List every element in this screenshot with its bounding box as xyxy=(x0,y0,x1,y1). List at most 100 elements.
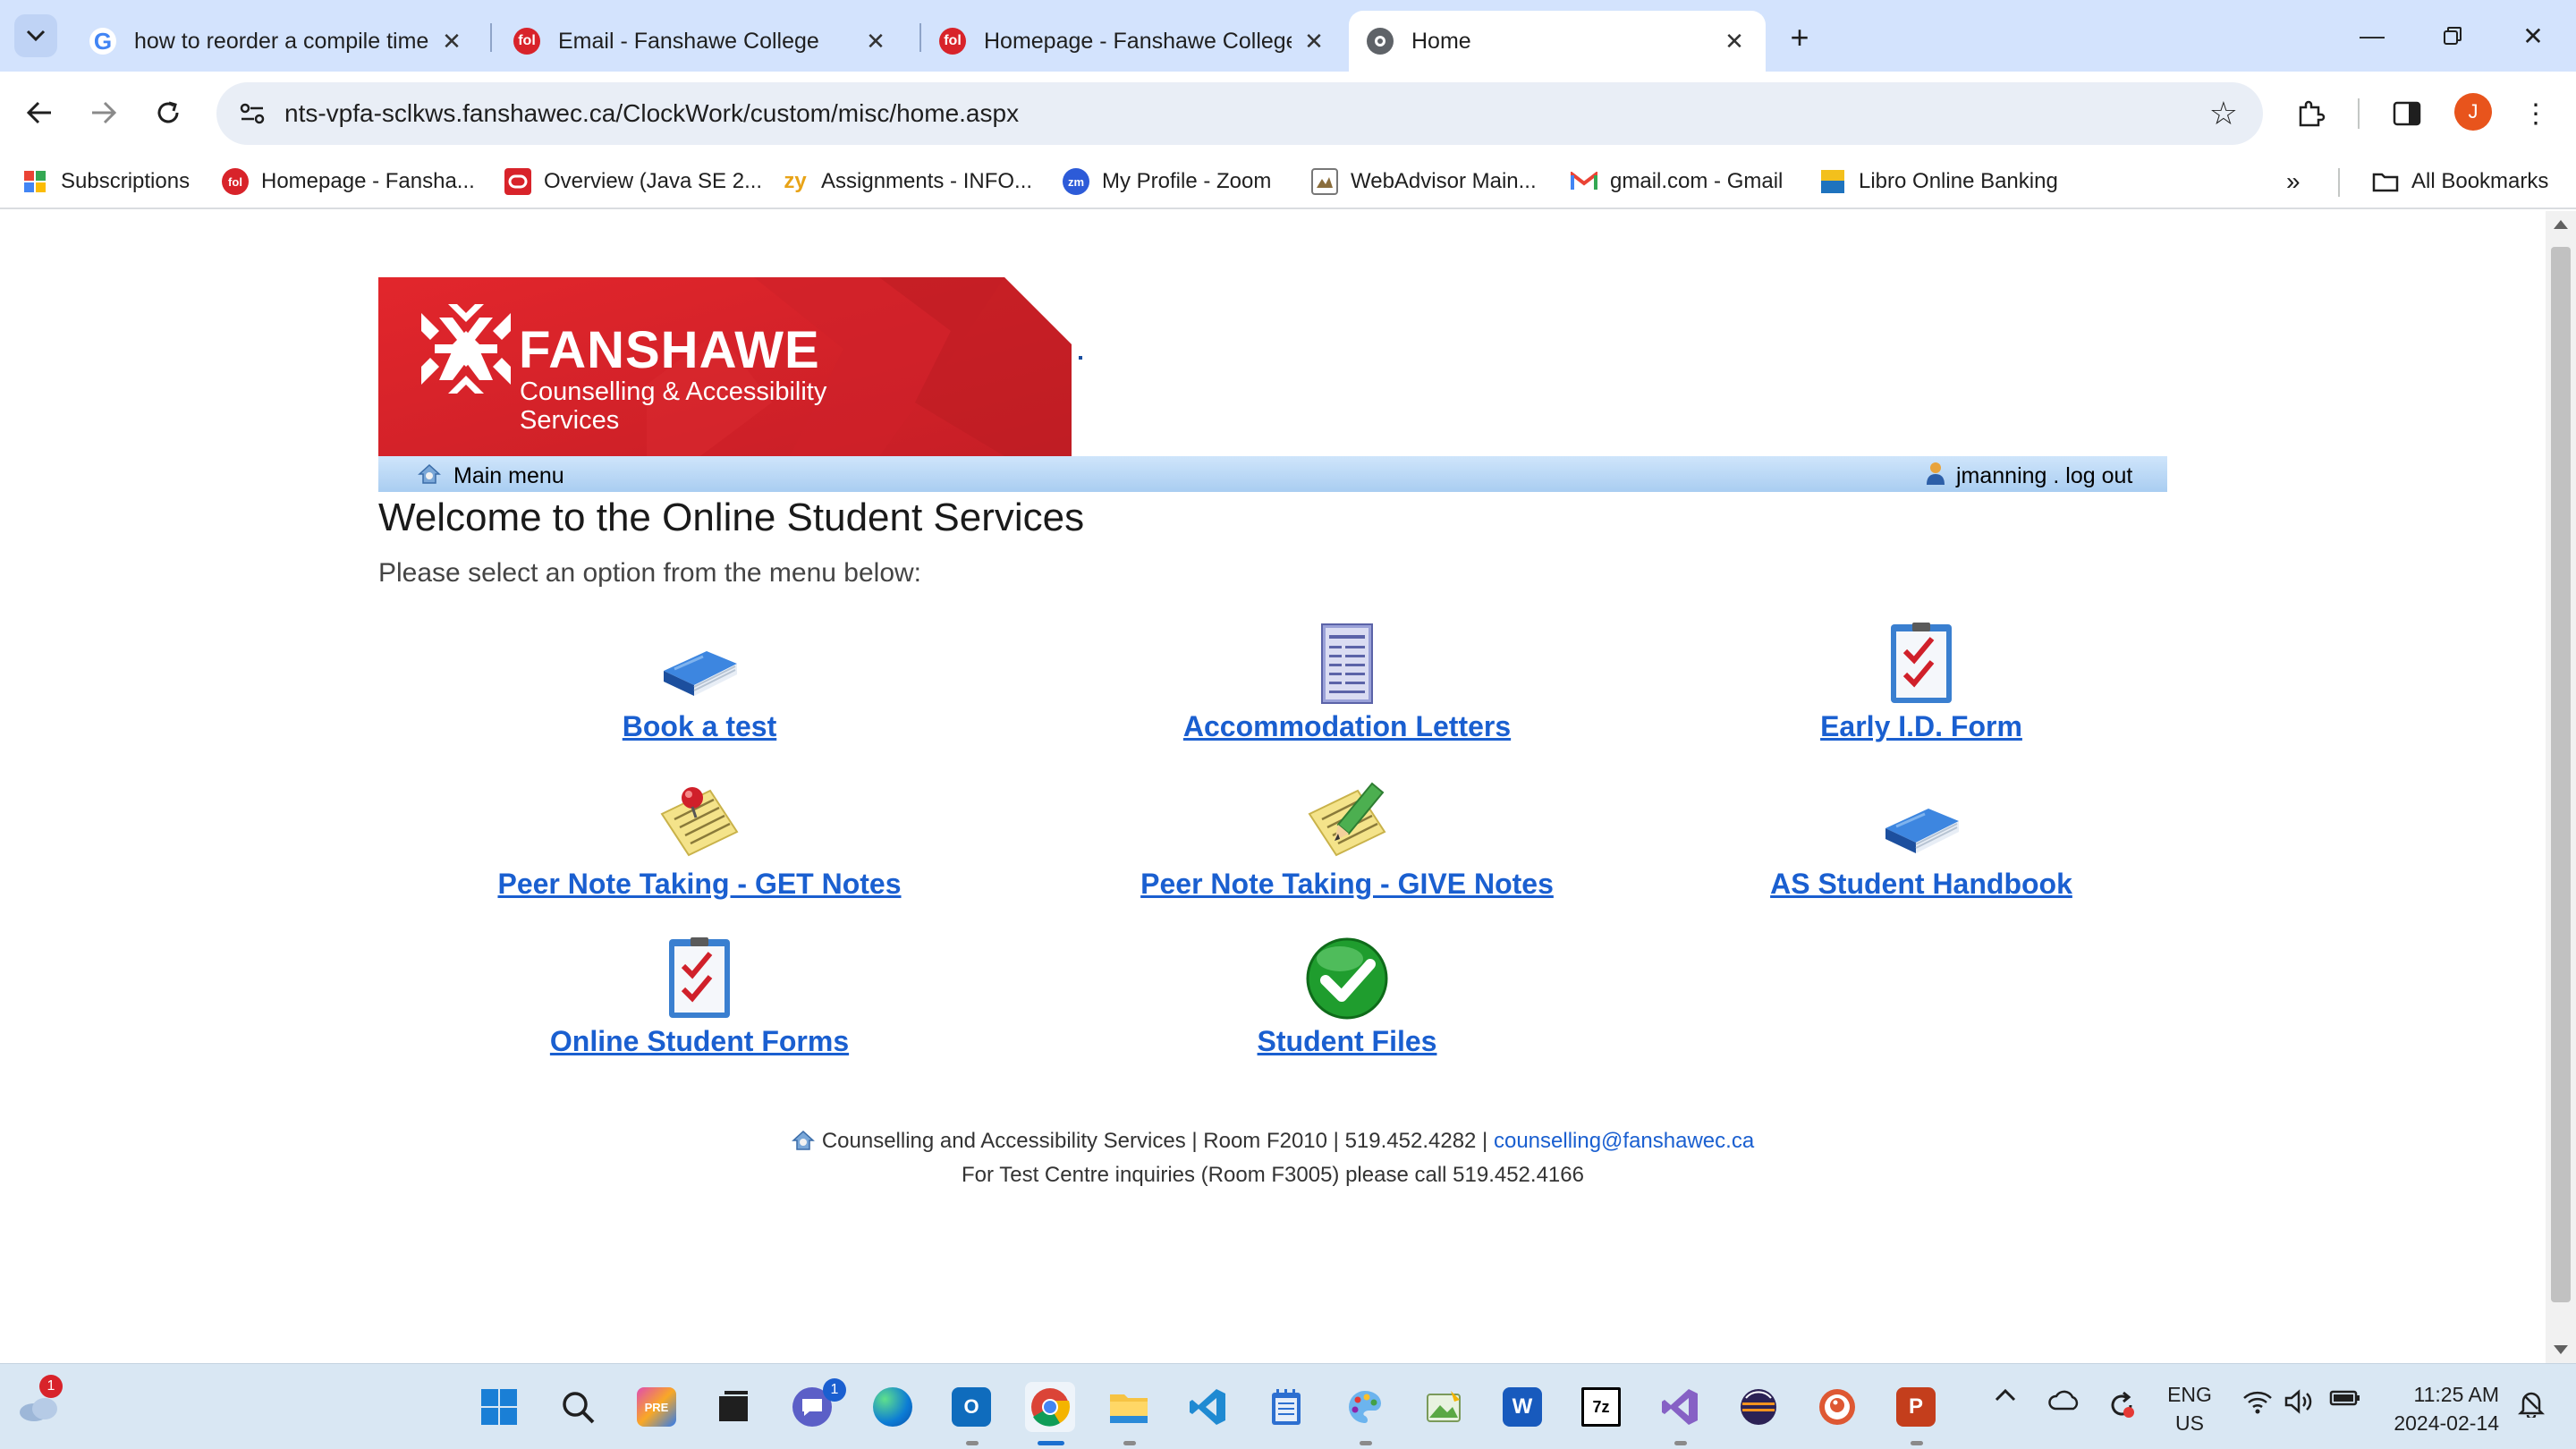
taskbar-search-button[interactable] xyxy=(553,1382,603,1432)
bookmark-label: WebAdvisor Main... xyxy=(1351,169,1537,193)
bookmark-subscriptions[interactable]: Subscriptions xyxy=(21,163,190,200)
book-a-test-link[interactable]: Book a test xyxy=(431,710,968,743)
main-menu-link[interactable]: Main menu xyxy=(453,463,564,489)
notifications-bell-icon[interactable] xyxy=(2513,1389,2549,1418)
taskbar-file-explorer[interactable] xyxy=(1104,1382,1154,1432)
tab-search-button[interactable] xyxy=(14,14,57,57)
subscriptions-icon xyxy=(21,168,48,195)
online-student-forms-link[interactable]: Online Student Forms xyxy=(431,1025,968,1058)
reload-button[interactable] xyxy=(145,89,191,136)
bookmark-label: Overview (Java SE 2... xyxy=(544,169,763,193)
option-student-files[interactable]: Student Files xyxy=(1079,936,1615,1058)
green-check-icon xyxy=(1306,937,1388,1020)
taskbar-clock[interactable]: 11:25 AM 2024-02-14 xyxy=(2383,1380,2499,1437)
student-files-link[interactable]: Student Files xyxy=(1079,1025,1615,1058)
windows-taskbar: 1 PRE 1 O W 7z P ENG US 11:25 AM 2024-02… xyxy=(0,1363,2576,1449)
taskbar-task-view[interactable] xyxy=(708,1382,758,1432)
peer-note-give-link[interactable]: Peer Note Taking - GIVE Notes xyxy=(1079,868,1615,901)
tab-email-fanshawe[interactable]: fol Email - Fanshawe College ✕ xyxy=(496,11,907,72)
close-tab-icon[interactable]: ✕ xyxy=(1721,28,1748,55)
page-title: Welcome to the Online Student Services xyxy=(378,496,1085,539)
forward-button[interactable] xyxy=(80,89,127,136)
home-icon xyxy=(418,463,441,484)
all-bookmarks-button[interactable]: All Bookmarks xyxy=(2372,163,2548,200)
volume-icon[interactable] xyxy=(2281,1389,2317,1414)
option-accommodation-letters[interactable]: Accommodation Letters xyxy=(1079,621,1615,743)
taskbar-paint[interactable] xyxy=(1340,1382,1390,1432)
eclipse-icon xyxy=(1741,1389,1776,1425)
minimize-button[interactable]: — xyxy=(2347,13,2397,59)
close-tab-icon[interactable]: ✕ xyxy=(862,28,889,55)
footer-email-link[interactable]: counselling@fanshawec.ca xyxy=(1494,1129,1754,1153)
battery-icon[interactable] xyxy=(2326,1389,2365,1407)
scroll-down-arrow-icon[interactable] xyxy=(2554,1345,2568,1354)
option-peer-note-give[interactable]: Peer Note Taking - GIVE Notes xyxy=(1079,778,1615,901)
site-info-icon[interactable] xyxy=(234,96,270,131)
scrollbar-thumb[interactable] xyxy=(2551,247,2571,1302)
extensions-icon[interactable] xyxy=(2290,93,2331,134)
bookmark-assignments[interactable]: zy Assignments - INFO... xyxy=(782,163,1032,200)
option-online-student-forms[interactable]: Online Student Forms xyxy=(431,936,968,1058)
as-student-handbook-link[interactable]: AS Student Handbook xyxy=(1653,868,2190,901)
wifi-icon[interactable] xyxy=(2240,1389,2275,1414)
bookmark-star-icon[interactable]: ☆ xyxy=(2209,95,2238,132)
peer-note-get-link[interactable]: Peer Note Taking - GET Notes xyxy=(431,868,968,901)
start-button[interactable] xyxy=(474,1382,524,1432)
notepad-icon xyxy=(1272,1389,1301,1425)
more-bookmarks-chevron-icon[interactable]: » xyxy=(2286,163,2301,200)
new-tab-button[interactable]: + xyxy=(1780,18,1819,57)
tab-homepage-fanshawe[interactable]: fol Homepage - Fanshawe College ✕ xyxy=(921,11,1345,72)
early-id-form-link[interactable]: Early I.D. Form xyxy=(1653,710,2190,743)
tab-home[interactable]: Home ✕ xyxy=(1349,11,1766,72)
bookmark-webadvisor[interactable]: WebAdvisor Main... xyxy=(1311,163,1537,200)
taskbar-notepad[interactable] xyxy=(1261,1382,1311,1432)
taskbar-outlook[interactable]: O xyxy=(946,1382,996,1432)
gmail-icon xyxy=(1571,168,1597,195)
taskbar-copilot[interactable]: PRE xyxy=(631,1382,682,1432)
globe-icon xyxy=(1367,28,1394,55)
restore-button[interactable] xyxy=(2428,13,2478,59)
close-window-button[interactable]: ✕ xyxy=(2508,13,2558,59)
bookmark-label: Libro Online Banking xyxy=(1859,169,2058,193)
language-indicator[interactable]: ENG US xyxy=(2163,1380,2216,1437)
reload-icon xyxy=(157,101,179,123)
option-early-id-form[interactable]: Early I.D. Form xyxy=(1653,621,2190,743)
visual-studio-running-indicator xyxy=(1674,1441,1687,1445)
chrome-menu-icon[interactable]: ⋮ xyxy=(2515,93,2556,134)
side-panel-icon[interactable] xyxy=(2386,93,2428,134)
tab-google-search[interactable]: G how to reorder a compile time ✕ xyxy=(72,11,483,72)
bookmark-homepage-fanshawe[interactable]: fol Homepage - Fansha... xyxy=(222,163,475,200)
powerpoint-icon: P xyxy=(1896,1387,1936,1427)
option-peer-note-get[interactable]: Peer Note Taking - GET Notes xyxy=(431,778,968,901)
taskbar-7zip[interactable]: 7z xyxy=(1576,1382,1626,1432)
sync-icon[interactable] xyxy=(2104,1389,2140,1421)
taskbar-vscode[interactable] xyxy=(1182,1382,1233,1432)
bookmark-libro[interactable]: Libro Online Banking xyxy=(1819,163,2058,200)
address-bar[interactable]: nts-vpfa-sclkws.fanshawec.ca/ClockWork/c… xyxy=(216,82,2263,145)
url-text[interactable]: nts-vpfa-sclkws.fanshawec.ca/ClockWork/c… xyxy=(284,99,1019,128)
close-tab-icon[interactable]: ✕ xyxy=(438,28,465,55)
banner-brand: FANSHAWE xyxy=(519,321,820,379)
back-button[interactable] xyxy=(16,89,63,136)
bookmark-gmail[interactable]: gmail.com - Gmail xyxy=(1571,163,1783,200)
taskbar-chrome[interactable] xyxy=(1025,1382,1075,1432)
show-hidden-icons-chevron-icon[interactable] xyxy=(1989,1389,2021,1402)
bookmark-zoom[interactable]: zm My Profile - Zoom xyxy=(1063,163,1271,200)
accommodation-letters-link[interactable]: Accommodation Letters xyxy=(1079,710,1615,743)
taskbar-photos[interactable] xyxy=(1419,1382,1469,1432)
user-logout-link[interactable]: jmanning . log out xyxy=(1956,463,2132,489)
taskbar-visual-studio[interactable] xyxy=(1655,1382,1705,1432)
taskbar-edge[interactable] xyxy=(868,1382,918,1432)
profile-avatar[interactable]: J xyxy=(2454,93,2492,131)
option-as-student-handbook[interactable]: AS Student Handbook xyxy=(1653,778,2190,901)
taskbar-eclipse[interactable] xyxy=(1733,1382,1784,1432)
bookmark-java-overview[interactable]: Overview (Java SE 2... xyxy=(504,163,762,200)
taskbar-duckduckgo[interactable] xyxy=(1812,1382,1862,1432)
taskbar-powerpoint[interactable]: P xyxy=(1891,1382,1941,1432)
page-scrollbar[interactable] xyxy=(2546,211,2576,1363)
close-tab-icon[interactable]: ✕ xyxy=(1301,28,1327,55)
scroll-up-arrow-icon[interactable] xyxy=(2554,220,2568,229)
onedrive-cloud-icon[interactable] xyxy=(2046,1389,2082,1411)
option-book-a-test[interactable]: Book a test xyxy=(431,621,968,743)
taskbar-word[interactable]: W xyxy=(1497,1382,1547,1432)
